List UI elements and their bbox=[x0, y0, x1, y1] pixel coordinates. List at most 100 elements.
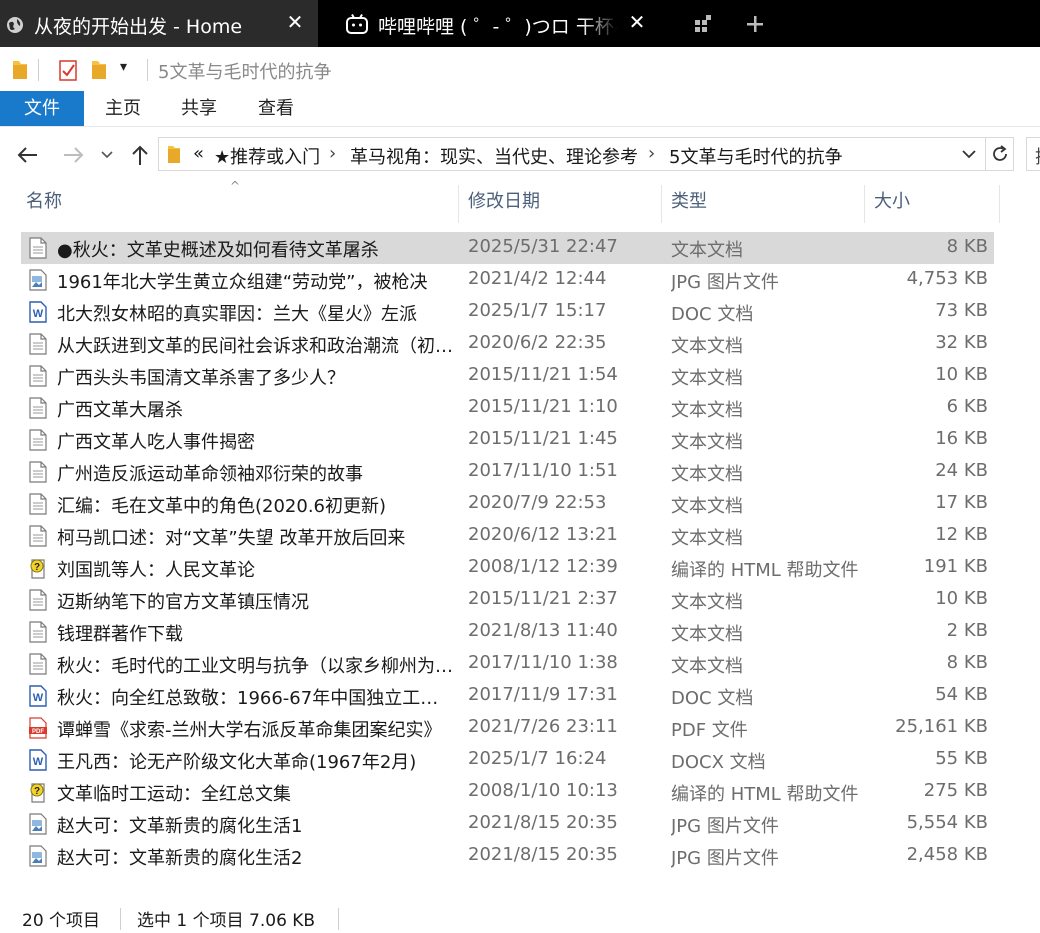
text-file-icon bbox=[28, 621, 48, 643]
file-row[interactable]: 汇编：毛在文革中的角色(2020.6初更新) 2020/7/9 22:53 文本文档… bbox=[21, 488, 994, 520]
new-folder-icon[interactable] bbox=[91, 59, 107, 81]
file-row[interactable]: 广西文革大屠杀 2015/11/21 1:10 文本文档 6 KB bbox=[21, 392, 994, 424]
file-row[interactable]: W 北大烈女林昭的真实罪因：兰大《星火》左派 2025/1/7 15:17 DOC 文… bbox=[21, 296, 994, 328]
tab-home[interactable]: 主页 bbox=[92, 91, 154, 126]
column-header-modified[interactable]: 修改日期 bbox=[468, 181, 658, 223]
text-file-icon bbox=[28, 461, 48, 483]
file-size: 8 KB bbox=[946, 652, 988, 673]
address-bar[interactable]: « ★推荐或入门 › 革马视角：现实、当代史、理论参考 › 5文革与毛时代的抗争 bbox=[158, 137, 986, 171]
file-name: 文革临时工运动：全红总文集 bbox=[57, 784, 291, 805]
file-type: 文本文档 bbox=[671, 336, 743, 357]
column-resize-handle[interactable] bbox=[999, 185, 1000, 223]
file-row[interactable]: PDF 谭蝉雪《求索-兰州大学右派反革命集团案纪实》 2021/7/26 23:11… bbox=[21, 712, 994, 744]
breadcrumb-item[interactable]: ★推荐或入门 bbox=[214, 143, 320, 169]
breadcrumb-item[interactable]: 革马视角：现实、当代史、理论参考 bbox=[350, 143, 638, 169]
breadcrumb-separator-icon[interactable]: › bbox=[648, 143, 655, 164]
file-type: DOCX 文档 bbox=[671, 752, 766, 773]
column-header-size[interactable]: 大小 bbox=[874, 181, 994, 223]
file-row[interactable]: ? 刘国凯等人：人民文革论 2008/1/12 12:39 编译的 HTML 帮助文件… bbox=[21, 552, 994, 584]
file-name: 王凡西：论无产阶级文化大革命(1967年2月) bbox=[57, 752, 417, 773]
file-type: DOC 文档 bbox=[671, 304, 754, 325]
folder-icon bbox=[168, 146, 180, 163]
breadcrumb-overflow[interactable]: « bbox=[193, 143, 204, 164]
window-title: 5文革与毛时代的抗争 bbox=[158, 62, 332, 83]
item-count: 20 个项目 bbox=[22, 911, 101, 931]
refresh-button[interactable] bbox=[986, 137, 1014, 171]
file-row[interactable]: W 王凡西：论无产阶级文化大革命(1967年2月) 2025/1/7 16:24 DO… bbox=[21, 744, 994, 776]
file-modified-date: 2008/1/12 12:39 bbox=[468, 556, 618, 577]
file-modified-date: 2025/5/31 22:47 bbox=[468, 236, 618, 257]
back-button[interactable] bbox=[16, 143, 40, 167]
recent-locations-button[interactable] bbox=[96, 143, 118, 167]
file-row[interactable]: ●秋火：文革史概述及如何看待文革屠杀 2025/5/31 22:47 文本文档 8 K… bbox=[21, 232, 994, 264]
file-size: 16 KB bbox=[935, 428, 988, 449]
file-row[interactable]: 从大跃进到文革的民间社会诉求和政治潮流（初稿） 2020/6/2 22:35 文本文… bbox=[21, 328, 994, 360]
forward-button[interactable] bbox=[61, 143, 85, 167]
column-resize-handle[interactable] bbox=[661, 185, 662, 223]
column-header-name[interactable]: 名称 bbox=[26, 181, 456, 223]
new-tab-icon[interactable] bbox=[745, 14, 765, 34]
browser-tab-bar: 从夜的开始出发 - Home ✕ 哔哩哔哩 ( ゜- ゜)つロ 干杯~-bili… bbox=[0, 0, 1040, 47]
file-row[interactable]: 秋火：毛时代的工业文明与抗争（以家乡柳州为例） 2017/11/10 1:38 文本… bbox=[21, 648, 994, 680]
file-type: 文本文档 bbox=[671, 368, 743, 389]
file-row[interactable]: 广西文革人吃人事件揭密 2015/11/21 1:45 文本文档 16 KB bbox=[21, 424, 994, 456]
customize-toolbar-chevron-icon[interactable]: ▾ bbox=[120, 59, 127, 75]
tab-share[interactable]: 共享 bbox=[168, 91, 230, 126]
file-modified-date: 2025/1/7 15:17 bbox=[468, 300, 607, 321]
file-row[interactable]: 广西头头韦国清文革杀害了多少人？ 2015/11/21 1:54 文本文档 10 KB bbox=[21, 360, 994, 392]
file-row[interactable]: 柯马凯口述：对“文革”失望 改革开放后回来 2020/6/12 13:21 文本文档… bbox=[21, 520, 994, 552]
chevron-down-icon bbox=[101, 151, 113, 159]
column-resize-handle[interactable] bbox=[458, 185, 459, 223]
file-modified-date: 2015/11/21 2:37 bbox=[468, 588, 618, 609]
file-size: 24 KB bbox=[935, 460, 988, 481]
file-size: 275 KB bbox=[923, 780, 988, 801]
browser-tab-title: 哔哩哔哩 ( ゜- ゜)つロ 干杯~-bilibili bbox=[378, 16, 618, 38]
jpg-file-icon bbox=[28, 845, 48, 867]
tab-file[interactable]: 文件 bbox=[0, 91, 84, 126]
file-type: JPG 图片文件 bbox=[671, 272, 779, 293]
tab-view[interactable]: 查看 bbox=[245, 91, 307, 126]
chevron-down-icon[interactable] bbox=[959, 144, 979, 164]
file-size: 12 KB bbox=[935, 524, 988, 545]
close-icon[interactable]: ✕ bbox=[286, 12, 304, 32]
file-row[interactable]: 赵大可：文革新贵的腐化生活2 2021/8/15 20:35 JPG 图片文件 2,4… bbox=[21, 840, 994, 872]
file-modified-date: 2015/11/21 1:45 bbox=[468, 428, 618, 449]
file-name: 迈斯纳笔下的官方文革镇压情况 bbox=[57, 592, 309, 613]
file-row[interactable]: W 秋火：向全红总致敬：1966-67年中国独立工运的兴衰 2017/11/9 17… bbox=[21, 680, 994, 712]
file-row[interactable]: 迈斯纳笔下的官方文革镇压情况 2015/11/21 2:37 文本文档 10 KB bbox=[21, 584, 994, 616]
file-row[interactable]: 1961年北大学生黄立众组建“劳动党”，被枪决 2021/4/2 12:44 JPG… bbox=[21, 264, 994, 296]
file-modified-date: 2020/6/12 13:21 bbox=[468, 524, 618, 545]
file-size: 4,753 KB bbox=[906, 268, 988, 289]
column-header-type[interactable]: 类型 bbox=[671, 181, 861, 223]
file-size: 2,458 KB bbox=[906, 844, 988, 865]
tab-groups-icon[interactable] bbox=[693, 14, 713, 34]
file-name: 广西头头韦国清文革杀害了多少人？ bbox=[57, 368, 345, 389]
file-modified-date: 2025/1/7 16:24 bbox=[468, 748, 607, 769]
folder-icon[interactable] bbox=[12, 59, 28, 81]
jpg-file-icon bbox=[28, 813, 48, 835]
search-input[interactable]: 搜 bbox=[1026, 137, 1040, 171]
properties-icon[interactable] bbox=[58, 58, 78, 82]
file-row[interactable]: 钱理群著作下载 2021/8/13 11:40 文本文档 2 KB bbox=[21, 616, 994, 648]
breadcrumb-item[interactable]: 5文革与毛时代的抗争 bbox=[669, 143, 842, 169]
column-resize-handle[interactable] bbox=[864, 185, 865, 223]
arrow-up-icon bbox=[132, 145, 148, 165]
file-size: 10 KB bbox=[935, 364, 988, 385]
up-button[interactable] bbox=[128, 143, 152, 167]
file-modified-date: 2020/6/2 22:35 bbox=[468, 332, 607, 353]
file-row[interactable]: 广州造反派运动革命领袖邓衍荣的故事 2017/11/10 1:51 文本文档 24 K… bbox=[21, 456, 994, 488]
browser-tab-home[interactable]: 从夜的开始出发 - Home ✕ bbox=[0, 0, 318, 47]
close-icon[interactable]: ✕ bbox=[628, 12, 646, 32]
file-name: 刘国凯等人：人民文革论 bbox=[57, 560, 255, 581]
breadcrumb-separator-icon[interactable]: › bbox=[329, 143, 336, 164]
text-file-icon bbox=[28, 365, 48, 387]
status-divider bbox=[338, 908, 339, 930]
file-modified-date: 2021/7/26 23:11 bbox=[468, 716, 618, 737]
file-type: JPG 图片文件 bbox=[671, 848, 779, 869]
browser-tab-bilibili[interactable]: 哔哩哔哩 ( ゜- ゜)つロ 干杯~-bilibili ✕ bbox=[330, 0, 652, 47]
file-row[interactable]: ? 文革临时工运动：全红总文集 2008/1/10 10:13 编译的 HTML 帮助… bbox=[21, 776, 994, 808]
file-row[interactable]: 赵大可：文革新贵的腐化生活1 2021/8/15 20:35 JPG 图片文件 5,5… bbox=[21, 808, 994, 840]
text-file-icon bbox=[28, 429, 48, 451]
chm-file-icon: ? bbox=[28, 557, 48, 579]
file-type: PDF 文件 bbox=[671, 720, 748, 741]
